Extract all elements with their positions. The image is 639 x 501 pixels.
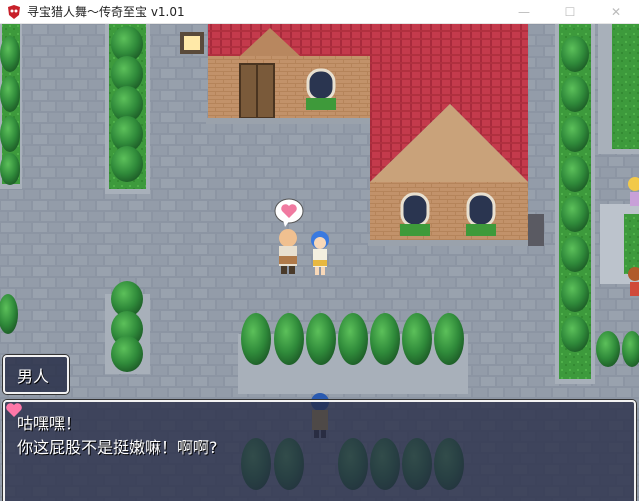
heart-icon — [6, 403, 22, 417]
speaker-name-box: 男人 — [3, 355, 69, 394]
dialogue-line-2: 你这屁股不是挺嫩嘛！啊啊? — [17, 436, 622, 460]
dialogue-line-1: 咕嘿嘿！ — [6, 403, 622, 436]
maximize-icon: ☐ — [564, 5, 576, 19]
game-viewport[interactable]: 男人 咕嘿嘿！ 你这屁股不是挺嫩嘛！啊啊? — [0, 24, 639, 501]
dialogue-window[interactable]: 咕嘿嘿！ 你这屁股不是挺嫩嘛！啊啊? — [3, 400, 636, 501]
minimize-button[interactable]: — — [501, 0, 547, 24]
close-button[interactable]: ✕ — [593, 0, 639, 24]
dialogue-text-1: 咕嘿嘿！ — [17, 414, 82, 433]
dialogue-text-2: 你这屁股不是挺嫩嘛！啊啊? — [17, 438, 218, 457]
minimize-icon: — — [518, 5, 530, 19]
house-main — [368, 24, 544, 246]
window-titlebar: 寻宝猎人舞～传奇至宝 v1.01 — ☐ ✕ — [0, 0, 639, 24]
house-back — [206, 24, 382, 124]
close-icon: ✕ — [610, 5, 622, 19]
speaker-name: 男人 — [17, 366, 50, 386]
red-mask-icon — [8, 4, 20, 19]
maximize-button[interactable]: ☐ — [547, 0, 593, 24]
window-title: 寻宝猎人舞～传奇至宝 v1.01 — [27, 5, 185, 19]
